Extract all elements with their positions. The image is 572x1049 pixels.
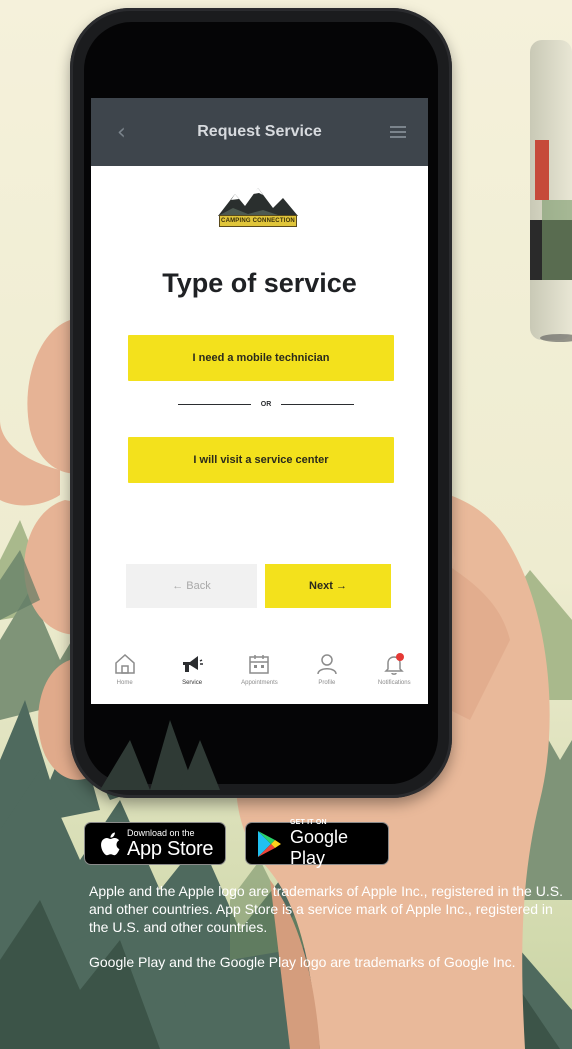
or-divider: OR xyxy=(178,401,354,408)
tab-notifications[interactable]: Notifications xyxy=(363,652,425,686)
next-button[interactable]: Next → xyxy=(265,564,391,608)
app-store-badge[interactable]: Download on the App Store xyxy=(84,822,226,865)
google-play-badge[interactable]: GET IT ON Google Play xyxy=(245,819,389,868)
tab-label-appointments: Appointments xyxy=(241,680,278,686)
back-chevron-icon[interactable]: ‹ xyxy=(117,120,126,145)
divider-line-left xyxy=(178,403,251,406)
back-button[interactable]: ← Back xyxy=(126,564,257,608)
apple-logo-icon xyxy=(101,832,120,855)
tab-profile[interactable]: Profile xyxy=(296,652,358,686)
google-trademark-notice: Google Play and the Google Play logo are… xyxy=(89,954,516,970)
tab-label-service: Service xyxy=(182,680,203,686)
bell-icon xyxy=(384,653,405,675)
app-store-small-text: Download on the xyxy=(127,827,195,838)
calendar-icon xyxy=(249,655,270,674)
notification-badge-icon xyxy=(396,653,405,661)
megaphone-icon xyxy=(183,656,204,672)
page-title: Type of service xyxy=(162,268,357,298)
app-screen: ‹ Request Service CAMPING CONNECTION Typ… xyxy=(91,98,428,704)
user-icon xyxy=(317,654,337,675)
home-icon xyxy=(114,653,135,674)
tab-appointments[interactable]: Appointments xyxy=(228,652,290,686)
app-header: ‹ Request Service xyxy=(91,98,428,166)
tab-label-profile: Profile xyxy=(318,680,336,686)
service-center-button[interactable]: I will visit a service center xyxy=(128,437,394,483)
google-play-logo-icon xyxy=(257,830,281,857)
logo-wordmark: CAMPING CONNECTION xyxy=(219,215,297,227)
tab-service[interactable]: Service xyxy=(161,652,223,686)
tab-label-notifications: Notifications xyxy=(377,680,411,686)
app-store-big-text: App Store xyxy=(127,837,214,860)
tab-home[interactable]: Home xyxy=(94,652,156,686)
logo-subtext xyxy=(239,229,279,235)
header-title: Request Service xyxy=(197,123,322,140)
bottom-tab-bar: Home Service Appointments Profile Notifi… xyxy=(91,646,428,704)
google-play-big-text: Google Play xyxy=(289,827,349,868)
hamburger-menu-icon[interactable] xyxy=(390,126,406,138)
google-play-small-text: GET IT ON xyxy=(289,819,327,826)
tab-label-home: Home xyxy=(116,680,133,686)
mobile-technician-button[interactable]: I need a mobile technician xyxy=(128,335,394,381)
divider-line-right xyxy=(281,403,354,406)
apple-trademark-notice: Apple and the Apple logo are trademarks … xyxy=(89,883,563,935)
or-label: OR xyxy=(260,401,272,408)
